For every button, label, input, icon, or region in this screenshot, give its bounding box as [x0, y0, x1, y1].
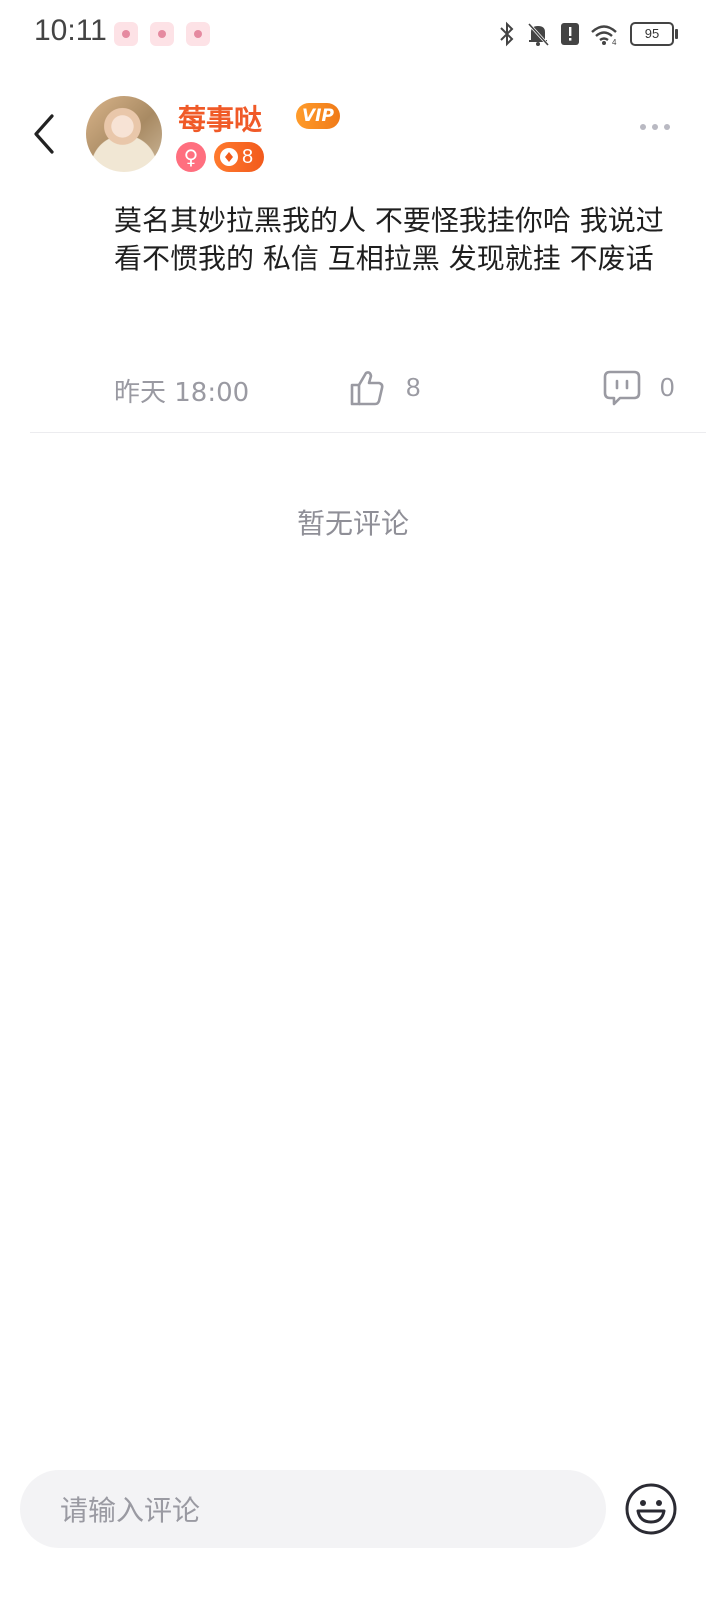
diamond-icon: [220, 148, 238, 166]
notification-icon: [150, 22, 174, 46]
notification-icon: [114, 22, 138, 46]
more-dot: [652, 124, 658, 130]
level-number: 8: [242, 146, 254, 168]
mute-bell-icon: [526, 21, 550, 47]
more-dot: [664, 124, 670, 130]
avatar[interactable]: [86, 96, 162, 172]
back-button[interactable]: [26, 108, 66, 160]
gender-badge: ♀: [176, 142, 206, 172]
post-text: 莫名其妙拉黑我的人 不要怪我挂你哈 我说过 看不惯我的 私信 互相拉黑 发现就挂…: [114, 204, 664, 275]
wifi-icon: 4: [590, 22, 620, 46]
comment-count: 0: [660, 372, 675, 402]
divider: [30, 432, 706, 433]
svg-text:4: 4: [612, 38, 617, 46]
like-count: 8: [406, 372, 421, 402]
vip-badge: VIP: [296, 103, 340, 129]
username[interactable]: 莓事哒: [178, 98, 262, 138]
bluetooth-icon: [498, 21, 516, 47]
notification-icon: [186, 22, 210, 46]
status-icons: 4 95: [498, 18, 678, 50]
status-time: 10:11: [34, 14, 107, 47]
status-bar: 10:11 4 95: [0, 0, 720, 68]
alert-icon: [560, 22, 580, 46]
smiley-icon: [625, 1483, 677, 1535]
comment-input-placeholder: 请输入评论: [60, 1494, 201, 1527]
empty-comments-text: 暂无评论: [296, 507, 409, 540]
comment-icon[interactable]: [602, 368, 642, 408]
comment-input[interactable]: 请输入评论: [20, 1470, 606, 1548]
like-icon[interactable]: [348, 368, 386, 408]
level-badge: 8: [214, 142, 264, 172]
chevron-left-icon: [34, 114, 54, 154]
battery-indicator: 95: [630, 22, 678, 46]
emoji-button[interactable]: [624, 1482, 678, 1536]
more-dot: [640, 124, 646, 130]
more-options-button[interactable]: [640, 124, 670, 130]
post-time: 昨天 18:00: [114, 378, 250, 408]
